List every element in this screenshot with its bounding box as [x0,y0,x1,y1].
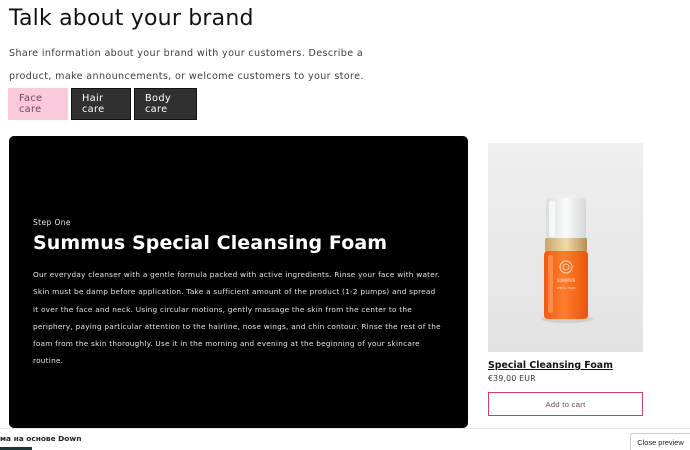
tab-hair-care[interactable]: Hair care [71,88,131,120]
product-card: SUMMUS SPECIAL FOAM Special Cleansing Fo… [488,143,643,416]
step-label: Step One [33,218,71,227]
theme-preview-label: ма на основе Down [0,434,82,443]
product-title-link[interactable]: Special Cleansing Foam [488,360,613,371]
step-content-panel: Step One Summus Special Cleansing Foam O… [9,136,468,428]
panel-description: Our everyday cleanser with a gentle form… [33,270,441,366]
tab-face-care[interactable]: Face care [8,88,68,120]
product-image[interactable]: SUMMUS SPECIAL FOAM [488,143,643,352]
tab-body-care[interactable]: Body care [134,88,197,120]
section-description: Share information about your brand with … [9,48,364,82]
panel-title: Summus Special Cleansing Foam [33,232,388,254]
bottle-sub-text: SPECIAL FOAM [557,286,576,290]
close-preview-button[interactable]: Close preview [630,433,690,450]
category-tabs: Face care Hair care Body care [8,88,197,120]
footer-divider [0,428,690,429]
bottle-brand-text: SUMMUS [557,278,576,283]
product-price: €39,00 EUR [488,374,536,383]
foam-bottle-image: SUMMUS SPECIAL FOAM [488,143,643,352]
section-heading: Talk about your brand [9,6,254,31]
add-to-cart-button[interactable]: Add to cart [488,392,643,416]
